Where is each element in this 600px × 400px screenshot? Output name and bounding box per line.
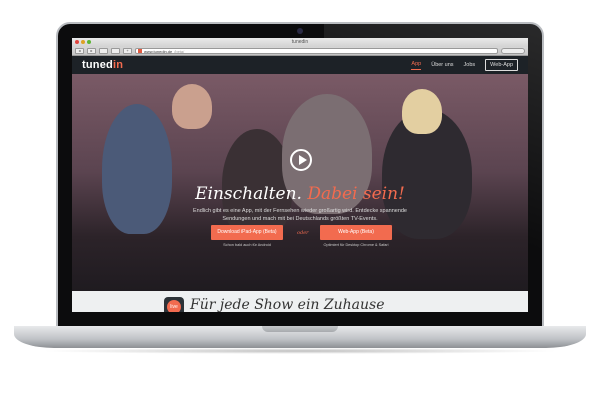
site-navbar: tunedin App Über uns Jobs Web-App (72, 56, 528, 74)
favicon-icon (138, 49, 142, 53)
play-video-button[interactable] (290, 149, 312, 171)
share-icon[interactable] (99, 48, 108, 54)
site-logo[interactable]: tunedin (82, 59, 123, 71)
hero-section: Einschalten. Dabei sein! Endlich gibt es… (72, 74, 528, 291)
back-button[interactable]: ◂ (75, 48, 84, 54)
url-path: /beta/ (174, 48, 185, 54)
nav-link-jobs[interactable]: Jobs (464, 62, 476, 68)
nav-link-app[interactable]: App (411, 61, 422, 70)
hero-photo-face (402, 89, 442, 134)
hero-subtitle: Endlich gibt es eine App, mit der Fernse… (192, 208, 407, 222)
download-ipad-button[interactable]: Download iPad-App (Beta) (211, 225, 283, 240)
window-controls (75, 40, 91, 44)
hero-headline: Einschalten. Dabei sein! (195, 184, 405, 204)
or-label: oder (297, 230, 309, 236)
webcam (297, 28, 303, 34)
laptop-notch (262, 326, 338, 332)
features-section: live Für jede Show ein Zuhause (72, 291, 528, 312)
web-app-button[interactable]: Web-App (485, 59, 518, 71)
close-button[interactable] (75, 40, 79, 44)
window-title: tunedin (291, 39, 309, 45)
live-app-icon: live (164, 297, 184, 312)
browser-toolbar: ◂ ▸ + www.tunedin.de/beta/ (72, 47, 528, 56)
url-host: www.tunedin.de (144, 48, 173, 54)
add-tab-button[interactable]: + (123, 48, 132, 54)
laptop-screen: tunedin ◂ ▸ + www.tunedin.de/beta/ tuned… (72, 38, 528, 312)
web-app-note: Optimiert für Desktop Chrome & Safari (323, 243, 389, 247)
bookmarks-icon[interactable] (111, 48, 120, 54)
web-app-beta-button[interactable]: Web-App (Beta) (320, 225, 392, 240)
hero-photo-person (102, 104, 172, 234)
section-title: Für jede Show ein Zuhause (190, 297, 385, 312)
browser-titlebar: tunedin (72, 38, 528, 47)
search-field[interactable] (501, 48, 525, 54)
forward-button[interactable]: ▸ (87, 48, 96, 54)
ipad-note: Schon bald auch für Android (223, 243, 271, 247)
address-bar[interactable]: www.tunedin.de/beta/ (135, 48, 498, 54)
laptop-shadow (40, 348, 560, 354)
minimize-button[interactable] (81, 40, 85, 44)
zoom-button[interactable] (87, 40, 91, 44)
nav-link-ueber-uns[interactable]: Über uns (431, 62, 453, 68)
hero-photo-face (172, 84, 212, 129)
